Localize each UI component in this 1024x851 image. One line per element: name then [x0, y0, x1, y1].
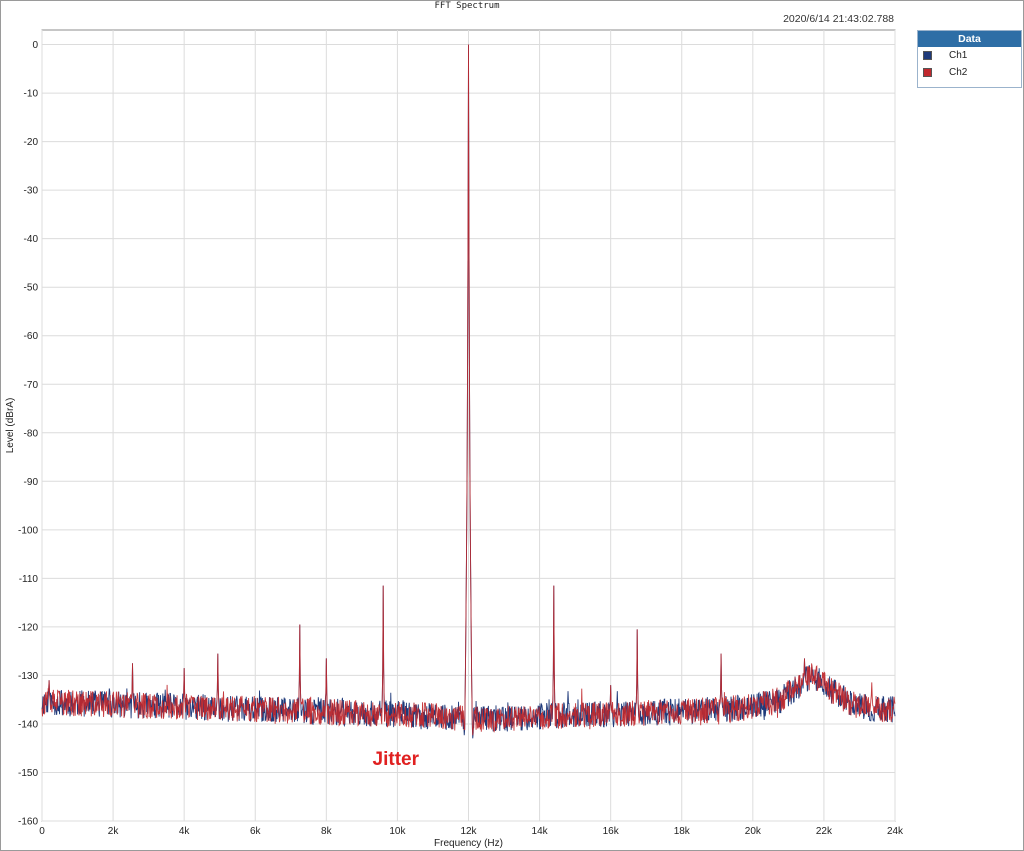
y-tick-label: -150	[18, 768, 38, 779]
y-tick-label: -140	[18, 719, 38, 730]
y-tick-label: -130	[18, 671, 38, 682]
legend-item-ch1[interactable]: Ch1	[918, 47, 1021, 64]
fft-plot: 0 2k 4k 6k 8k 10k 12k 14k 16k 18k 20k 22k 24k 0 -10 -20…	[5, 29, 904, 849]
x-tick-label: 2k	[108, 826, 120, 837]
y-tick-label: -120	[18, 622, 38, 633]
x-tick-label: 10k	[389, 826, 406, 837]
legend-item-ch2[interactable]: Ch2	[918, 64, 1021, 81]
legend-label-ch2: Ch2	[949, 67, 968, 78]
x-tick-label: 4k	[179, 826, 191, 837]
x-tick-label: 0	[39, 826, 45, 837]
y-tick-label: -110	[19, 574, 39, 585]
y-tick-label: -50	[24, 283, 39, 294]
x-tick-label: 6k	[250, 826, 262, 837]
x-tick-label: 20k	[745, 826, 762, 837]
y-tick-label: -90	[24, 477, 39, 488]
y-tick-label: -10	[24, 89, 39, 100]
y-tick-label: -70	[24, 380, 39, 391]
legend-swatch-ch1	[923, 51, 932, 60]
y-tick-label: -100	[18, 525, 38, 536]
legend-swatch-ch2	[923, 68, 932, 77]
x-tick-label: 16k	[603, 826, 620, 837]
legend: Data Ch1 Ch2	[917, 30, 1022, 88]
x-tick-label: 12k	[460, 826, 477, 837]
y-axis-label: Level (dBrA)	[5, 398, 16, 454]
y-tick-label: -160	[18, 817, 38, 828]
annotation-jitter: Jitter	[373, 749, 420, 770]
x-tick-label: 18k	[674, 826, 691, 837]
x-axis-label: Frequency (Hz)	[434, 838, 503, 849]
legend-label-ch1: Ch1	[949, 50, 968, 61]
y-tick-label: -60	[24, 331, 39, 342]
y-tick-label: -40	[24, 234, 39, 245]
x-tick-label: 24k	[887, 826, 904, 837]
y-tick-label: -30	[24, 186, 39, 197]
x-tick-label: 14k	[532, 826, 549, 837]
x-tick-label: 22k	[816, 826, 833, 837]
x-tick-label: 8k	[321, 826, 333, 837]
legend-title: Data	[918, 31, 1021, 47]
y-tick-label: 0	[32, 40, 38, 51]
y-tick-label: -80	[24, 428, 39, 439]
y-tick-label: -20	[24, 137, 39, 148]
